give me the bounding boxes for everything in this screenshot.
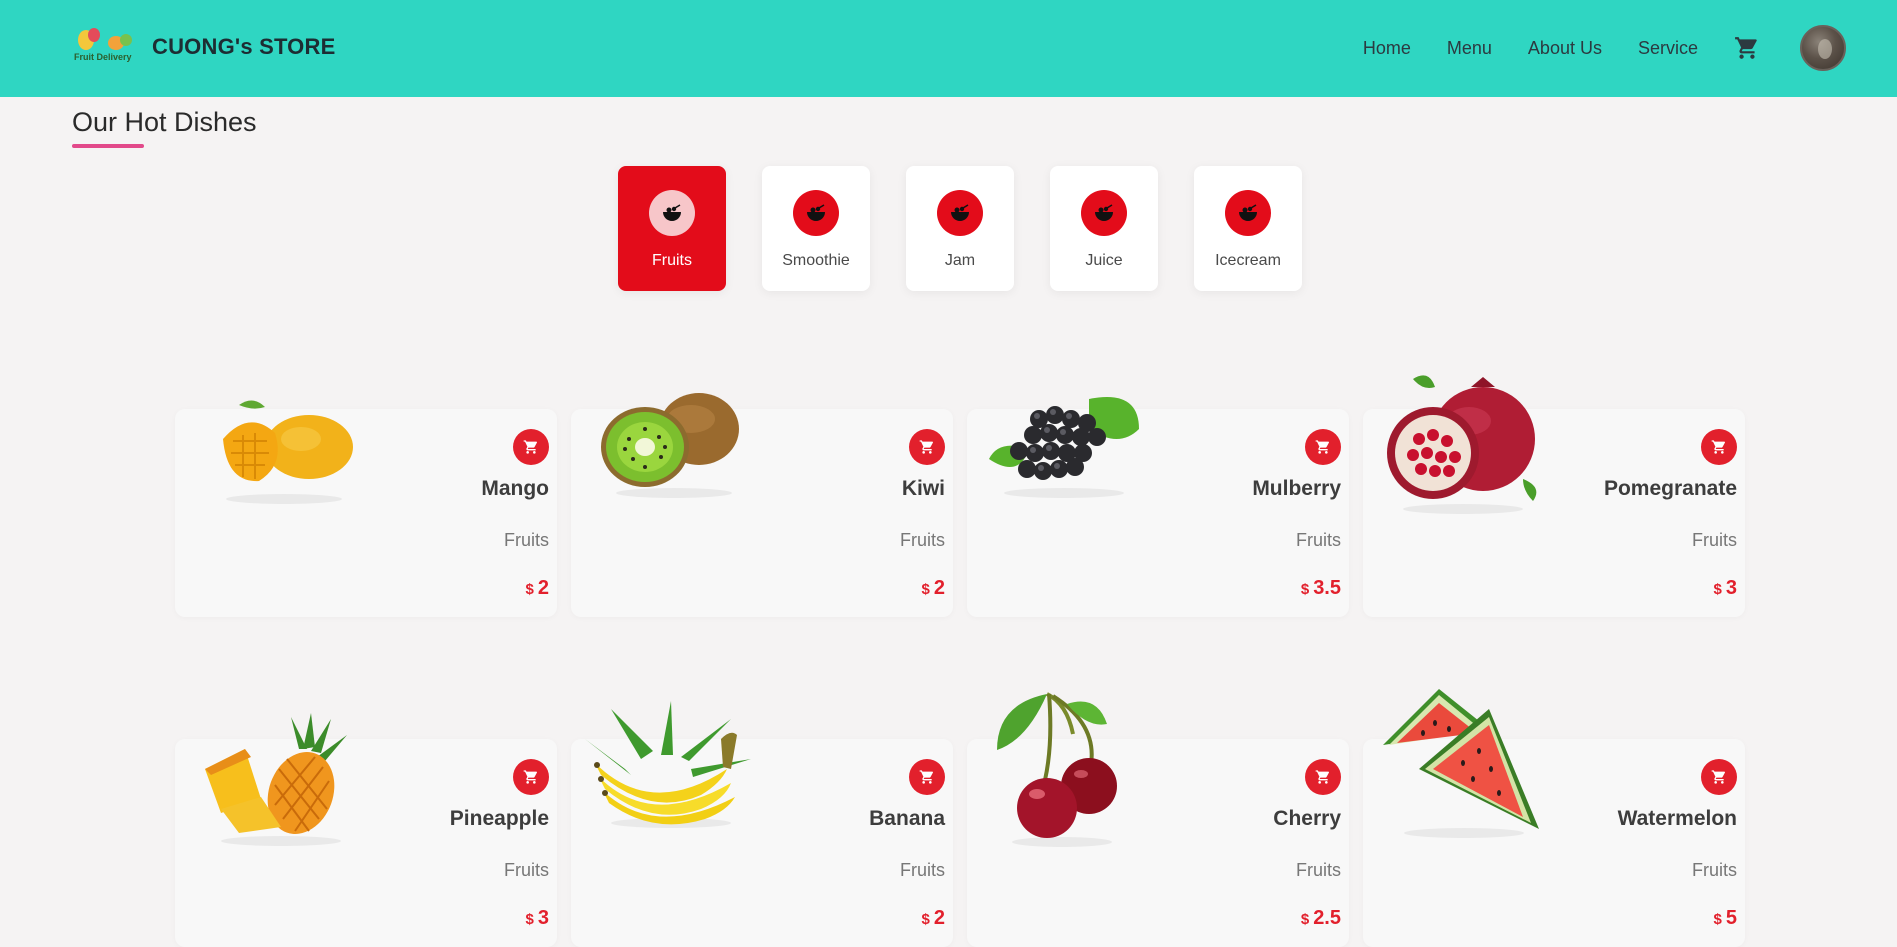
cart-icon[interactable]: [1734, 35, 1760, 61]
category-label: Fruits: [652, 252, 692, 269]
add-to-cart-button[interactable]: [1701, 759, 1737, 795]
kiwi-image: [601, 393, 739, 498]
product-price: $2: [922, 907, 945, 930]
category-label: Juice: [1085, 252, 1123, 269]
nav-menu[interactable]: Menu: [1447, 38, 1492, 59]
currency-symbol: $: [525, 911, 534, 928]
category-label: Smoothie: [782, 252, 850, 269]
price-value: 2: [933, 577, 945, 599]
price-value: 5: [1725, 907, 1737, 929]
product-category: Fruits: [1692, 860, 1737, 880]
product-price: $5: [1714, 907, 1737, 930]
add-to-cart-button[interactable]: [1701, 429, 1737, 465]
product-card-pomegranate[interactable]: Pomegranate Fruits $3: [1363, 375, 1745, 617]
nav-home[interactable]: Home: [1363, 38, 1411, 59]
category-label: Jam: [944, 252, 976, 269]
product-price: $3.5: [1301, 577, 1341, 600]
currency-symbol: $: [1713, 911, 1722, 928]
product-card-pineapple[interactable]: Pineapple Fruits $3: [175, 713, 557, 947]
mango-image: [223, 400, 353, 504]
category-fruits[interactable]: Fruits: [618, 166, 726, 291]
logo-fruit-shape: [120, 34, 132, 46]
price-value: 3: [537, 907, 549, 929]
mulberry-image: [989, 397, 1139, 498]
category-juice[interactable]: Juice: [1050, 166, 1158, 291]
product-card-mango[interactable]: Mango Fruits $2: [175, 400, 557, 617]
product-category: Fruits: [1296, 860, 1341, 880]
product-name: Watermelon: [1617, 807, 1737, 830]
product-card-banana[interactable]: Banana Fruits $2: [571, 701, 953, 947]
product-category: Fruits: [504, 860, 549, 880]
product-name: Mulberry: [1252, 477, 1341, 500]
product-price: $2: [922, 577, 945, 600]
currency-symbol: $: [1713, 581, 1722, 598]
add-to-cart-button[interactable]: [909, 429, 945, 465]
add-to-cart-button[interactable]: [513, 429, 549, 465]
price-value: 3: [1725, 577, 1737, 599]
product-card-cherry[interactable]: Cherry Fruits $2.5: [967, 692, 1349, 947]
product-name: Pomegranate: [1603, 477, 1737, 500]
add-to-cart-button[interactable]: [909, 759, 945, 795]
logo-text: Fruit Delivery: [74, 52, 132, 62]
currency-symbol: $: [1300, 911, 1310, 928]
user-avatar[interactable]: [1800, 25, 1846, 71]
product-category: Fruits: [1692, 530, 1737, 550]
logo[interactable]: Fruit Delivery: [72, 24, 140, 70]
currency-symbol: $: [1300, 581, 1310, 598]
category-smoothie[interactable]: Smoothie: [762, 166, 870, 291]
brand[interactable]: Fruit Delivery CUONG's STORE: [72, 24, 335, 70]
currency-symbol: $: [921, 581, 930, 598]
bowl-icon: [649, 190, 695, 236]
price-value: 2: [537, 577, 549, 599]
product-name: Banana: [869, 807, 945, 830]
bowl-icon: [1225, 190, 1271, 236]
product-category: Fruits: [900, 860, 945, 880]
product-price: $3: [526, 907, 549, 930]
add-to-cart-button[interactable]: [1305, 429, 1341, 465]
brand-name[interactable]: CUONG's STORE: [152, 34, 335, 60]
category-label: Icecream: [1215, 252, 1281, 269]
product-name: Cherry: [1273, 807, 1341, 830]
currency-symbol: $: [921, 911, 930, 928]
pomegranate-image: [1387, 375, 1537, 514]
product-name: Pineapple: [449, 807, 549, 830]
pineapple-image: [205, 713, 347, 846]
bowl-icon: [1081, 190, 1127, 236]
product-price: $3: [1714, 577, 1737, 600]
top-header: Fruit Delivery CUONG's STORE Home Menu A…: [0, 0, 1897, 97]
main-nav: Home Menu About Us Service: [1363, 24, 1897, 72]
product-name: Kiwi: [901, 477, 945, 500]
banana-image: [585, 701, 751, 828]
product-card-watermelon[interactable]: Watermelon Fruits $5: [1363, 689, 1745, 947]
nav-service[interactable]: Service: [1638, 38, 1698, 59]
price-value: 3.5: [1313, 577, 1341, 599]
price-value: 2: [933, 907, 945, 929]
product-category: Fruits: [1296, 530, 1341, 550]
nav-about-us[interactable]: About Us: [1528, 38, 1602, 59]
cherry-image: [997, 692, 1117, 847]
product-category: Fruits: [900, 530, 945, 550]
bowl-icon: [937, 190, 983, 236]
currency-symbol: $: [525, 581, 534, 598]
product-price: $2.5: [1301, 907, 1341, 930]
category-jam[interactable]: Jam: [906, 166, 1014, 291]
add-to-cart-button[interactable]: [513, 759, 549, 795]
section-title: Our Hot Dishes: [72, 107, 257, 137]
logo-fruit-shape: [88, 28, 100, 42]
product-price: $2: [526, 577, 549, 600]
watermelon-image: [1383, 689, 1539, 838]
product-name: Mango: [481, 477, 549, 500]
price-value: 2.5: [1313, 907, 1341, 929]
category-tabs: Fruits Smoothie Jam Juice Icecream: [618, 166, 1338, 291]
product-card-kiwi[interactable]: Kiwi Fruits $2: [571, 393, 953, 617]
category-icecream[interactable]: Icecream: [1194, 166, 1302, 291]
product-card-mulberry[interactable]: Mulberry Fruits $3.5: [967, 397, 1349, 617]
title-underline: [72, 144, 144, 148]
add-to-cart-button[interactable]: [1305, 759, 1341, 795]
product-category: Fruits: [504, 530, 549, 550]
bowl-icon: [793, 190, 839, 236]
